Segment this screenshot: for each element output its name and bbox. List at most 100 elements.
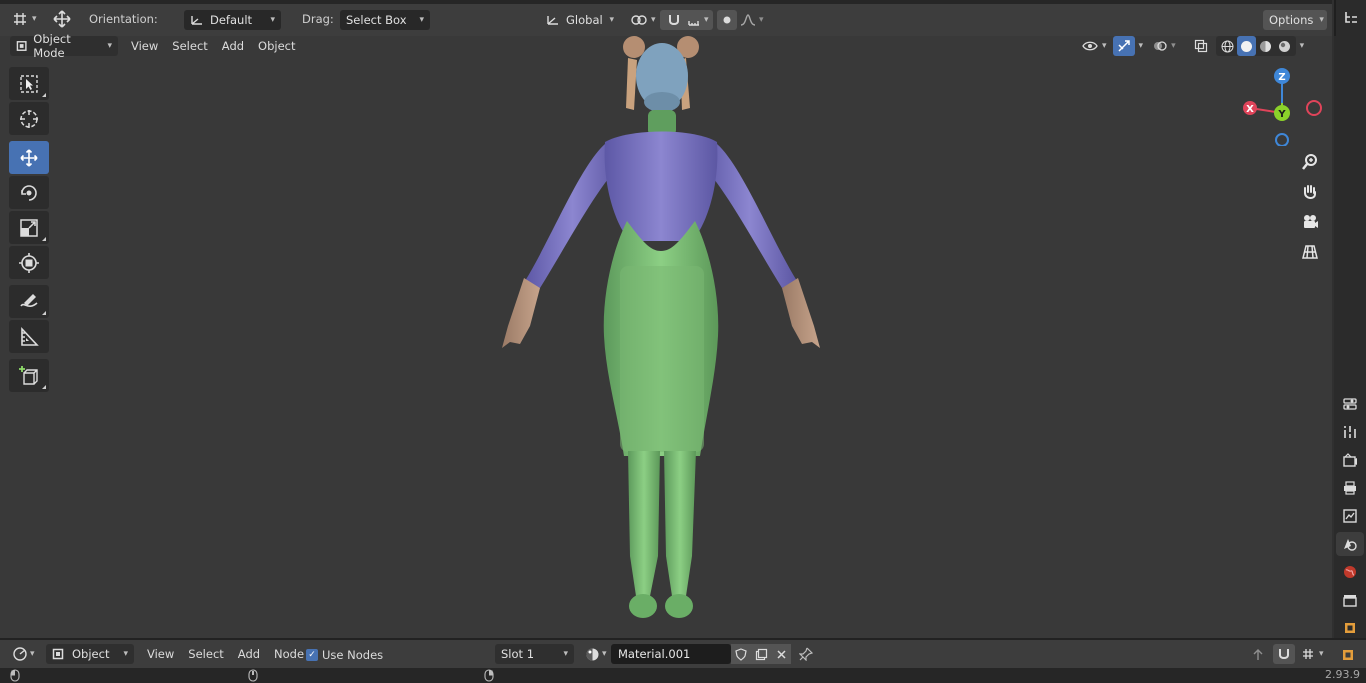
gizmo-neg-z-axis[interactable]: [1275, 133, 1289, 146]
transform-icon[interactable]: [9, 246, 49, 279]
viewport-header: Object Mode ▾ View Select Add Object ▾ ▾…: [0, 32, 1332, 60]
add-cube-icon[interactable]: [9, 359, 49, 392]
properties-tab-strip: [1334, 36, 1366, 638]
version-label: 2.93.9: [1325, 668, 1360, 681]
collection-icon[interactable]: [1336, 588, 1364, 612]
global-axes-icon: [547, 16, 558, 25]
menu-add[interactable]: Add: [215, 36, 251, 56]
proportional-editing-group: ▾: [717, 10, 764, 30]
editor-type-icon[interactable]: [8, 9, 32, 29]
menu-view[interactable]: View: [140, 644, 181, 664]
mouse-middle-icon: [248, 669, 258, 683]
checkbox-checked-icon[interactable]: ✓: [306, 649, 318, 661]
interaction-mode-dropdown[interactable]: Object Mode ▾: [10, 32, 118, 60]
pivot-point-icon[interactable]: [627, 10, 651, 30]
visibility-eye-icon[interactable]: [1078, 36, 1102, 56]
chevron-down-icon: ▾: [32, 14, 37, 24]
object-icon[interactable]: [1336, 616, 1364, 640]
outliner-editor-button[interactable]: [1334, 0, 1366, 36]
menu-object[interactable]: Object: [251, 36, 302, 56]
snap-magnet-icon[interactable]: [1273, 644, 1295, 664]
character-model[interactable]: [480, 36, 850, 636]
camera-icon[interactable]: [1296, 208, 1324, 236]
tool-wrench-icon[interactable]: [1336, 420, 1364, 444]
editor-type-selector[interactable]: ▾: [10, 644, 35, 664]
material-preview-icon[interactable]: [1256, 36, 1275, 56]
snap-magnet-icon[interactable]: [664, 10, 684, 30]
measure-icon[interactable]: [9, 320, 49, 353]
select-box-icon[interactable]: [9, 67, 49, 100]
cursor-icon[interactable]: [9, 102, 49, 135]
chevron-down-icon: ▾: [123, 649, 128, 659]
orientation-dropdown[interactable]: Default ▾: [184, 10, 281, 30]
material-slot-dropdown[interactable]: Slot 1 ▾: [495, 644, 574, 664]
material-name-field[interactable]: Material.001: [611, 644, 731, 664]
shader-type-value: Object: [72, 647, 110, 661]
falloff-curve-icon[interactable]: [737, 10, 759, 30]
options-dropdown[interactable]: Options ▾: [1263, 10, 1327, 30]
mouse-right-icon: [484, 669, 494, 683]
new-material-icon[interactable]: [751, 644, 771, 664]
view-layer-icon[interactable]: [1336, 504, 1364, 528]
scene-icon[interactable]: [1336, 532, 1364, 556]
gizmo-toggle-icon[interactable]: [1112, 36, 1135, 56]
snap-group: ▾: [660, 10, 713, 30]
overlays-icon[interactable]: [1149, 36, 1171, 56]
shading-mode-group: [1215, 36, 1296, 56]
pin-icon[interactable]: [795, 644, 817, 664]
pivot-point-selector[interactable]: ▾: [627, 10, 656, 30]
material-actions: [731, 644, 791, 664]
menu-select[interactable]: Select: [165, 36, 214, 56]
status-bar: 2.93.9: [0, 668, 1366, 683]
workspace-tabs[interactable]: [0, 0, 1332, 4]
menu-select[interactable]: Select: [181, 644, 230, 664]
material-sphere-icon[interactable]: [582, 644, 602, 664]
render-icon[interactable]: [1336, 448, 1364, 472]
solid-shading-icon[interactable]: [1236, 36, 1256, 56]
3d-viewport[interactable]: Z X Y ⤤ ⤤ ⤤: [0, 36, 1346, 638]
output-icon[interactable]: [1336, 476, 1364, 500]
chevron-down-icon: ▾: [759, 15, 764, 25]
scale-icon[interactable]: [9, 211, 49, 244]
rendered-shading-icon[interactable]: [1275, 36, 1294, 56]
chevron-down-icon: ▾: [419, 15, 424, 25]
move-icon[interactable]: [9, 141, 49, 174]
menu-node[interactable]: Node: [267, 644, 311, 664]
use-nodes-toggle[interactable]: ✓ Use Nodes: [306, 648, 383, 662]
fake-user-shield-icon[interactable]: [731, 644, 751, 664]
menu-add[interactable]: Add: [231, 644, 267, 664]
rotate-icon[interactable]: [9, 176, 49, 209]
chevron-down-icon: ▾: [1171, 41, 1176, 51]
orientation-label: Orientation:: [89, 12, 158, 26]
gizmo-z-label: Z: [1278, 72, 1285, 83]
node-editor-icon[interactable]: [10, 644, 30, 664]
orientation-icon: [191, 16, 202, 25]
viewport-visibility-controls: ▾ ▾ ▾ ▾: [1078, 36, 1304, 56]
pan-hand-icon[interactable]: [1296, 178, 1324, 206]
mouse-left-icon: [10, 669, 20, 683]
world-icon[interactable]: [1336, 560, 1364, 584]
material-slot-value: Slot 1: [501, 647, 535, 661]
grid-view-icon[interactable]: [1296, 238, 1324, 266]
transform-orientation-dropdown[interactable]: Global ▾: [540, 10, 620, 30]
material-browse-button[interactable]: ▾: [582, 644, 607, 664]
navigation-gizmo[interactable]: Z X Y: [1236, 66, 1326, 146]
shader-type-dropdown[interactable]: Object ▾: [46, 644, 134, 664]
tool-shelf: [9, 67, 49, 394]
annotate-icon[interactable]: [9, 285, 49, 318]
unlink-material-icon[interactable]: [771, 644, 791, 664]
proportional-editing-icon[interactable]: [717, 10, 737, 30]
editor-type-selector[interactable]: ▾: [8, 9, 37, 29]
zoom-icon[interactable]: [1296, 148, 1324, 176]
snap-grid-icon[interactable]: [1297, 644, 1319, 664]
gizmo-x-label: X: [1246, 104, 1254, 115]
snap-increment-icon[interactable]: [684, 10, 704, 30]
options-label: Options: [1269, 13, 1314, 27]
menu-view[interactable]: View: [124, 36, 165, 56]
parent-node-tree-icon[interactable]: [1247, 644, 1269, 664]
tool-settings-icon[interactable]: [1336, 392, 1364, 416]
wireframe-shading-icon[interactable]: [1218, 36, 1237, 56]
drag-dropdown[interactable]: Select Box ▾: [340, 10, 430, 30]
xray-toggle-icon[interactable]: [1190, 36, 1212, 56]
gizmo-neg-x-axis[interactable]: [1306, 100, 1322, 116]
